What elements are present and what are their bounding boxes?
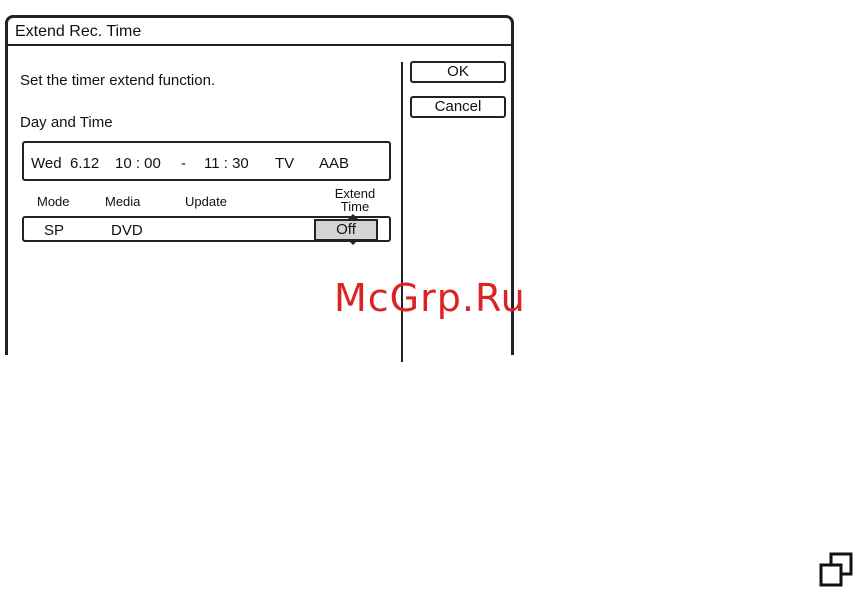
day-value: Wed (31, 155, 62, 172)
day-and-time-label: Day and Time (20, 114, 113, 131)
cancel-button[interactable]: Cancel (410, 96, 506, 118)
extend-label-line2: Time (340, 199, 370, 214)
start-time-value: 10 : 00 (115, 155, 161, 172)
media-column-label: Media (105, 194, 141, 209)
copy-windows-icon (819, 552, 853, 587)
down-arrow-icon[interactable] (348, 240, 358, 245)
ok-button[interactable]: OK (410, 61, 506, 83)
source-value: TV (275, 155, 295, 172)
media-value: DVD (111, 222, 143, 239)
time-separator: - (181, 155, 186, 172)
update-column-label: Update (185, 194, 227, 209)
dialog-title: Extend Rec. Time (8, 18, 511, 46)
extend-time-column-label: Extend Time (330, 187, 380, 213)
mode-value: SP (44, 222, 65, 239)
extend-time-selector[interactable]: Off (314, 219, 378, 241)
watermark-text: McGrp.Ru (334, 276, 526, 320)
day-time-box: Wed 6.12 10 : 00 - 11 : 30 TV AAB (22, 141, 391, 181)
channel-value: AAB (319, 155, 350, 172)
instruction-text: Set the timer extend function. (20, 72, 216, 89)
mode-column-label: Mode (37, 194, 70, 209)
date-value: 6.12 (70, 155, 100, 172)
end-time-value: 11 : 30 (204, 155, 249, 172)
